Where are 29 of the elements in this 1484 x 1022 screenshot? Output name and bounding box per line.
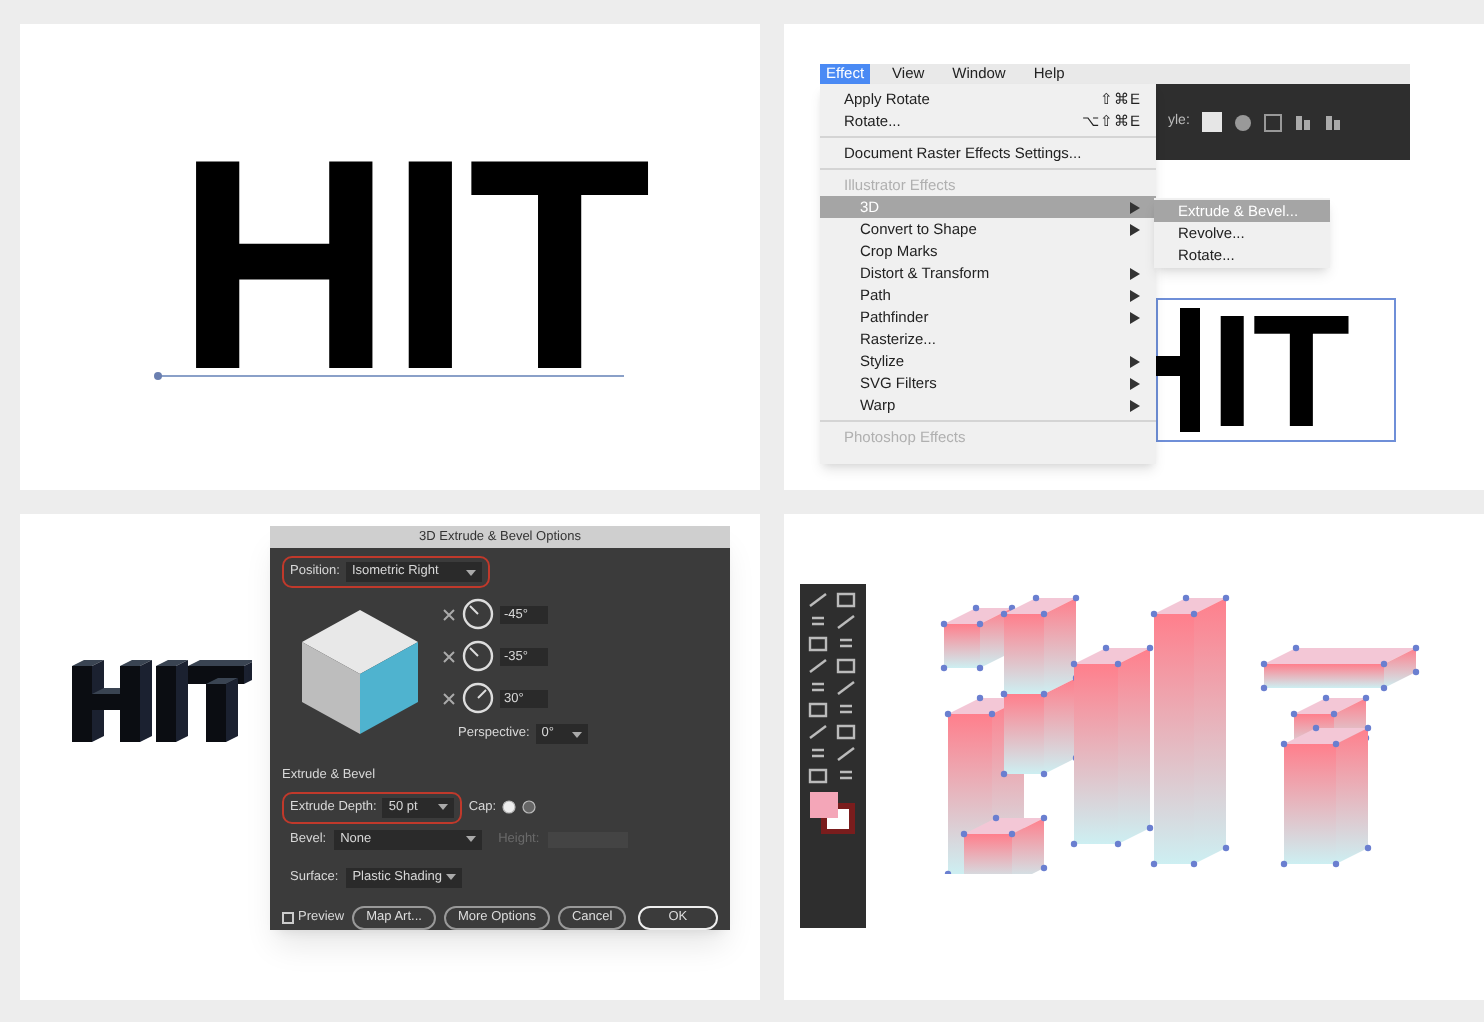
- tool-icon[interactable]: [808, 746, 828, 762]
- align-icon[interactable]: [1293, 113, 1312, 131]
- axis-icon: [442, 649, 456, 663]
- cap-toggle-icon[interactable]: [522, 800, 537, 815]
- tool-icon[interactable]: [808, 614, 828, 630]
- align-icon[interactable]: [1323, 113, 1342, 131]
- chevron-icon: [465, 569, 476, 575]
- tool-icon[interactable]: [808, 680, 828, 696]
- selected-text: IT: [1210, 316, 1349, 428]
- letter-stroke-artwork: [1156, 308, 1200, 432]
- tool-icon[interactable]: [836, 636, 856, 652]
- frame-icon[interactable]: [1263, 113, 1282, 131]
- chevron-icon: [466, 836, 477, 843]
- rotation-dial[interactable]: [462, 598, 494, 630]
- axis-icon: [442, 607, 456, 621]
- chevron-icon: [571, 731, 582, 737]
- cube-preview-drawing: [302, 610, 418, 734]
- cap-toggle-icon[interactable]: [502, 800, 517, 815]
- artwork-text: HIT: [176, 160, 648, 370]
- rotation-dial[interactable]: [462, 682, 494, 714]
- chevron-icon: [438, 804, 449, 811]
- chevron-icon: [446, 874, 457, 881]
- tool-icon[interactable]: [836, 702, 856, 718]
- style-swatch[interactable]: [1201, 112, 1222, 132]
- globe-icon[interactable]: [1233, 113, 1252, 131]
- fill-stroke-swatch[interactable]: [808, 790, 858, 834]
- rotation-dial[interactable]: [462, 640, 494, 672]
- axis-icon: [442, 691, 456, 705]
- tool-icon[interactable]: [836, 768, 856, 784]
